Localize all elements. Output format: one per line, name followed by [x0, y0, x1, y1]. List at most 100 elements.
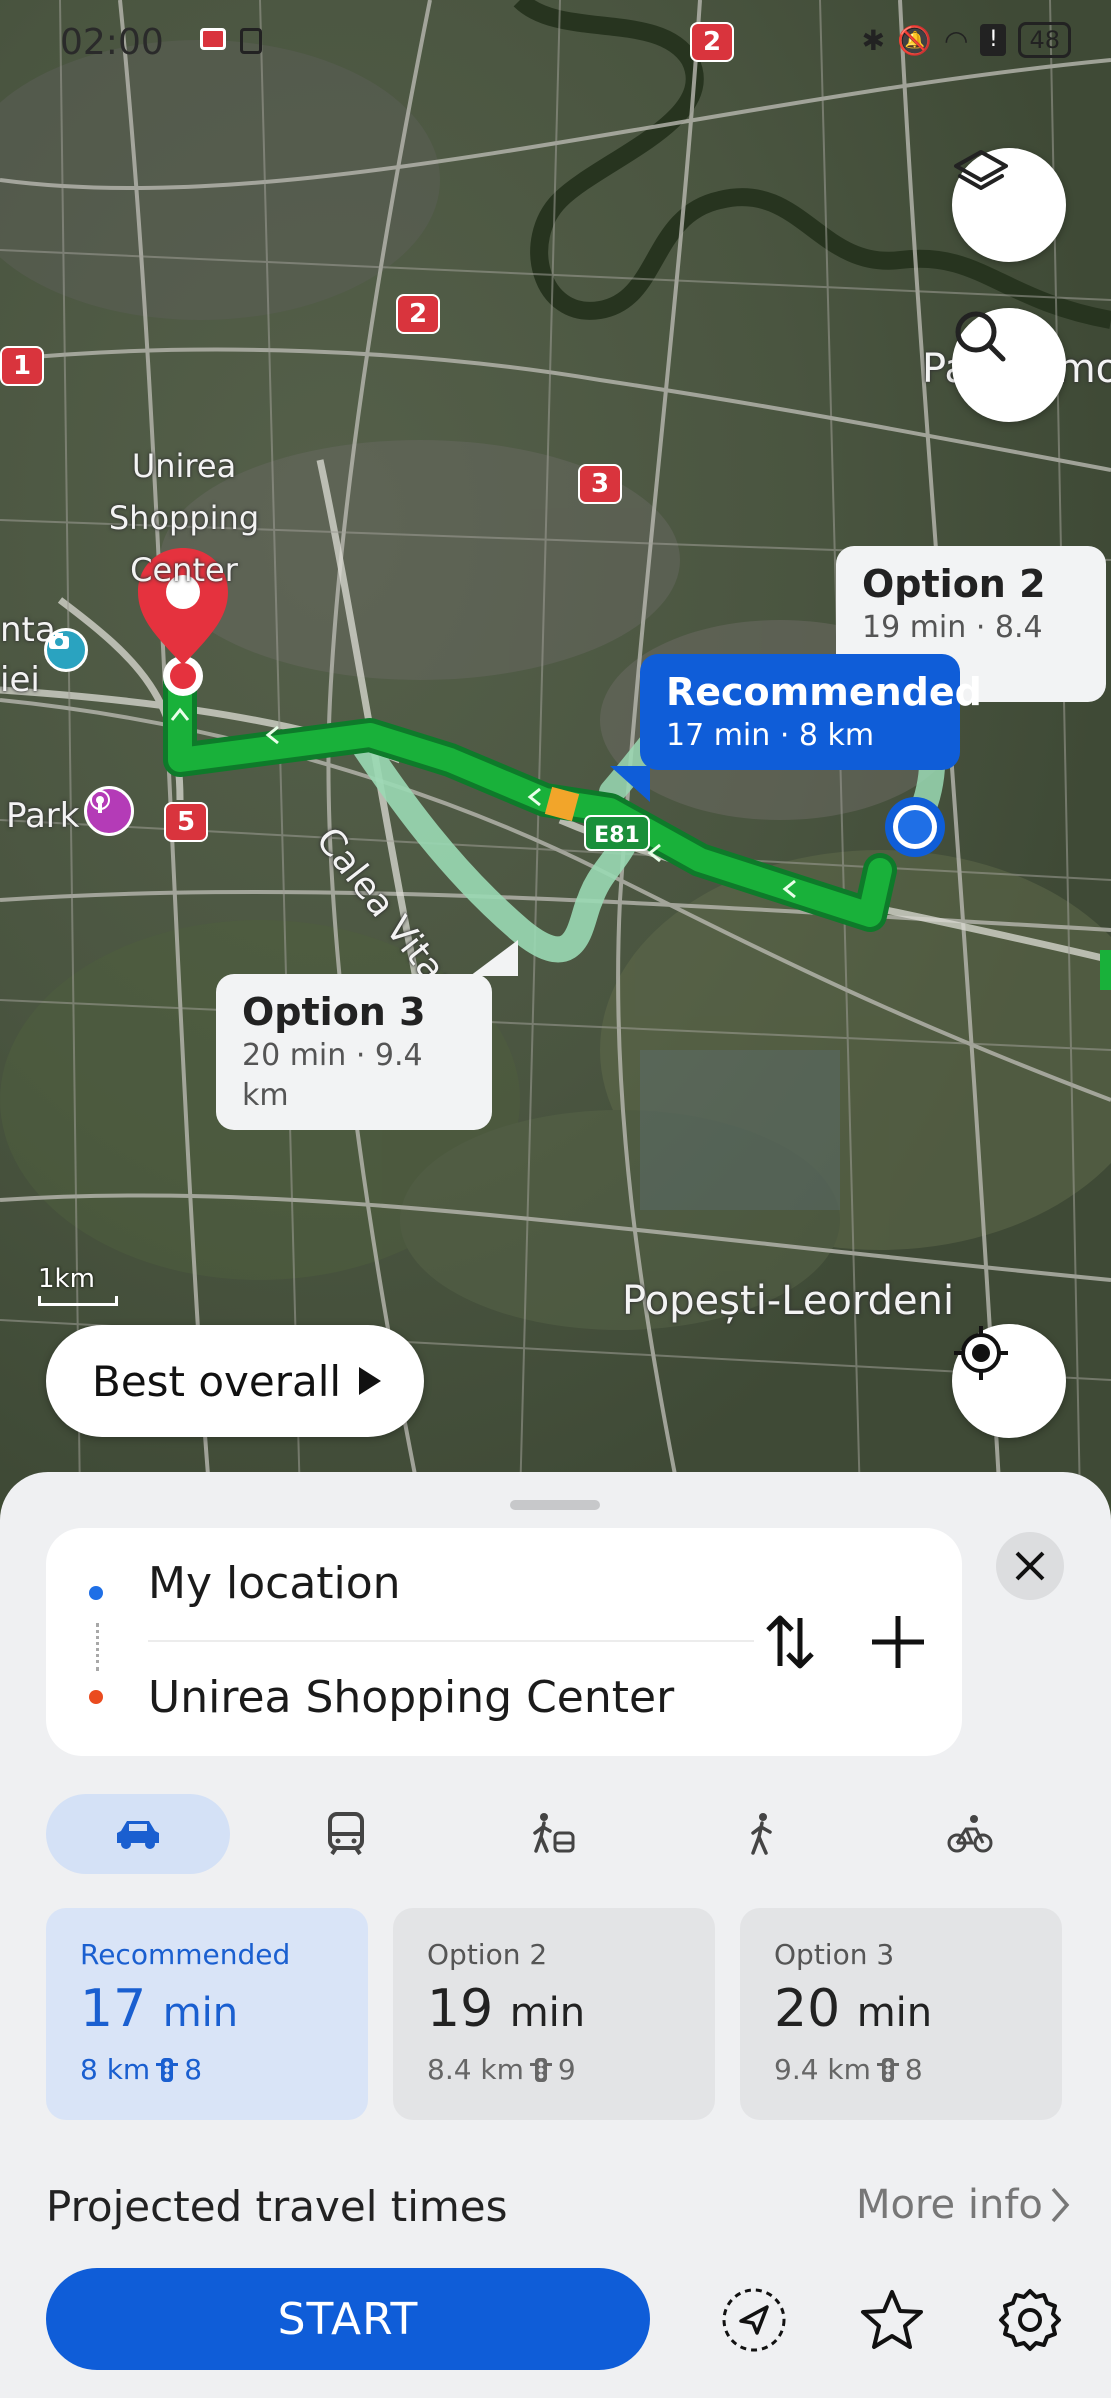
road-shield: 1	[0, 346, 44, 386]
plus-icon	[872, 1616, 924, 1668]
nfc-icon	[240, 28, 262, 54]
tab-walk[interactable]	[670, 1794, 854, 1874]
close-icon	[1015, 1551, 1045, 1581]
option3-callout[interactable]: Option 3 20 min · 9.4 km	[216, 974, 492, 1130]
best-overall-button[interactable]: Best overall	[46, 1325, 424, 1437]
crosshair-icon	[954, 1326, 1008, 1380]
road-shield: 5	[164, 802, 208, 842]
option-time-unit: min	[162, 1990, 239, 2036]
favorite-button[interactable]	[856, 2284, 928, 2356]
more-info-label: More info	[856, 2182, 1043, 2228]
play-icon	[359, 1367, 382, 1395]
callout-sub: 17 min · 8 km	[666, 718, 875, 753]
wifi-icon: ◠	[944, 23, 969, 57]
navigation-button[interactable]	[718, 2284, 790, 2356]
bike-icon	[947, 1815, 993, 1853]
option-time-value: 20	[774, 1979, 841, 2039]
layers-icon	[954, 150, 1008, 190]
navigation-arrow-icon	[722, 2288, 786, 2352]
traffic-light-icon	[876, 2057, 899, 2082]
tab-walk-transit[interactable]	[462, 1794, 646, 1874]
swap-icon	[766, 1615, 814, 1669]
option-time-unit: min	[856, 1990, 933, 2036]
road-shield: 3	[578, 464, 622, 504]
settings-button[interactable]	[994, 2284, 1066, 2356]
option-meta: 9.4 km 8	[774, 2053, 1028, 2086]
option-meta: 8 km 8	[80, 2053, 334, 2086]
option-distance: 9.4 km	[774, 2053, 871, 2086]
map-scale: 1km	[38, 1264, 118, 1306]
option-time-unit: min	[509, 1990, 586, 2036]
route-sheet: My location Unirea Shopping Center Recom…	[0, 1472, 1111, 2398]
tab-bike[interactable]	[878, 1794, 1062, 1874]
destination-dot-icon	[89, 1690, 103, 1704]
map-scale-label: 1km	[38, 1264, 95, 1294]
callout-sub: 20 min · 9.4 km	[242, 1038, 423, 1113]
option-meta: 8.4 km 9	[427, 2053, 681, 2086]
travel-mode-tabs	[46, 1794, 1066, 1874]
route-input-card: My location Unirea Shopping Center	[46, 1528, 962, 1756]
swap-button[interactable]	[758, 1610, 822, 1674]
map-label-town: Popești-Leordeni	[622, 1278, 955, 1324]
e81-shield: E81	[594, 823, 640, 848]
option-label: Option 2	[427, 1938, 548, 1971]
traffic-light-icon	[156, 2057, 179, 2082]
divider	[148, 1640, 754, 1642]
route-option-card[interactable]: Recommended 17 min 8 km 8	[46, 1908, 368, 2120]
more-info-link[interactable]: More info	[856, 2182, 1071, 2228]
notification-icon	[200, 28, 226, 50]
route-connector	[96, 1623, 99, 1671]
callout-title: Option 3	[242, 990, 426, 1034]
camera-poi-icon[interactable]	[44, 628, 88, 672]
walk-transit-icon	[533, 1813, 575, 1853]
recommended-callout[interactable]: Recommended 17 min · 8 km	[640, 654, 982, 770]
status-bar: 02:00 ✱ 🔕 ◠ ! 48	[0, 0, 1111, 90]
option-traffic-lights: 9	[557, 2053, 576, 2086]
mute-icon: 🔕	[897, 23, 933, 57]
option-label: Option 3	[774, 1938, 895, 1971]
close-button[interactable]	[996, 1532, 1064, 1600]
layers-button[interactable]	[952, 148, 1066, 262]
battery-icon: 48	[1018, 22, 1071, 58]
projected-travel-times: Projected travel times	[46, 2182, 508, 2231]
bluetooth-icon: ✱	[861, 23, 886, 57]
car-icon	[117, 1821, 159, 1849]
option-time: 19 min	[427, 1979, 681, 2043]
tab-transit[interactable]	[254, 1794, 438, 1874]
add-stop-button[interactable]	[866, 1610, 930, 1674]
alert-icon: !	[980, 24, 1007, 56]
option3-callout-pointer	[470, 940, 518, 976]
map-label-destination: Unirea Shopping Center	[108, 447, 260, 589]
tab-car[interactable]	[46, 1794, 230, 1874]
locate-me-button[interactable]	[952, 1324, 1066, 1438]
map-label-partial: iei	[0, 660, 40, 700]
recommended-callout-pointer	[610, 766, 650, 802]
search-icon	[955, 311, 1006, 362]
star-icon	[861, 2290, 923, 2349]
map-label-park: Park	[6, 796, 80, 836]
option-distance: 8.4 km	[427, 2053, 524, 2086]
option-label: Recommended	[80, 1938, 291, 1971]
option-time-value: 17	[80, 1979, 147, 2039]
sheet-drag-handle[interactable]	[510, 1500, 600, 1510]
option-distance: 8 km	[80, 2053, 151, 2086]
start-button[interactable]: START	[46, 2268, 650, 2370]
walk-icon	[751, 1813, 772, 1855]
route-option-card[interactable]: Option 2 19 min 8.4 km 9	[393, 1908, 715, 2120]
podcast-poi-icon[interactable]	[84, 786, 134, 836]
callout-title: Option 2	[862, 562, 1046, 606]
gear-icon	[999, 2289, 1061, 2351]
search-button[interactable]	[952, 308, 1066, 422]
transit-icon	[328, 1812, 364, 1856]
road-shield: 2	[396, 294, 440, 334]
option-traffic-lights: 8	[904, 2053, 923, 2086]
chevron-right-icon	[1051, 2187, 1070, 2223]
route-option-card[interactable]: Option 3 20 min 9.4 km 8	[740, 1908, 1062, 2120]
origin-field[interactable]: My location	[148, 1558, 401, 1609]
option-time: 17 min	[80, 1979, 334, 2043]
option-traffic-lights: 8	[184, 2053, 203, 2086]
best-overall-label: Best overall	[92, 1356, 342, 1406]
map-view[interactable]: E81 2 2 1 3 5 Unirea Shopping Center Cal…	[0, 0, 1111, 1500]
option-time-value: 19	[427, 1979, 494, 2039]
destination-field[interactable]: Unirea Shopping Center	[148, 1672, 674, 1723]
